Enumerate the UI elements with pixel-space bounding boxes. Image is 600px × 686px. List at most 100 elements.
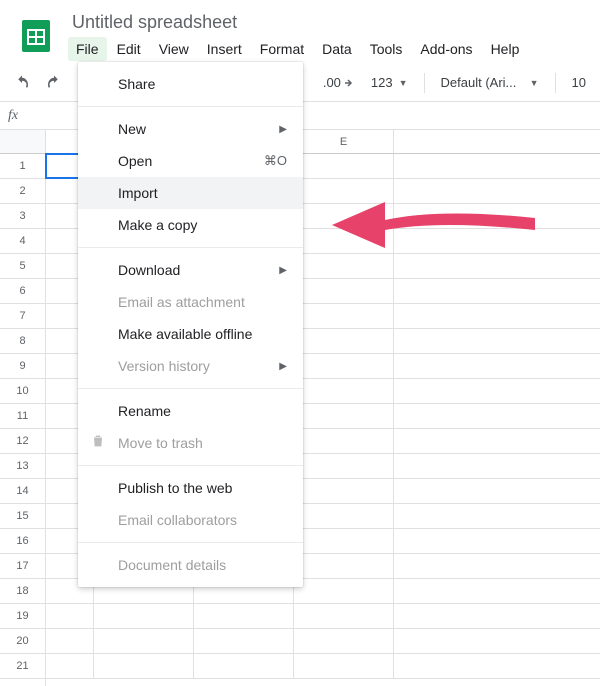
cell[interactable]: [294, 654, 394, 678]
cell[interactable]: [294, 529, 394, 553]
menu-separator: [78, 542, 303, 543]
menu-item-label: Make available offline: [118, 326, 252, 342]
cell[interactable]: [294, 179, 394, 203]
menu-separator: [78, 106, 303, 107]
menu-shortcut: ⌘O: [264, 153, 287, 169]
row-header[interactable]: 2: [0, 179, 45, 204]
cell[interactable]: [294, 204, 394, 228]
header: Untitled spreadsheet FileEditViewInsertF…: [0, 0, 600, 64]
row-header[interactable]: 8: [0, 329, 45, 354]
file-menu-make-a-copy[interactable]: Make a copy: [78, 209, 303, 241]
row-header[interactable]: 20: [0, 629, 45, 654]
cell[interactable]: [294, 229, 394, 253]
cell[interactable]: [294, 604, 394, 628]
row-header[interactable]: 11: [0, 404, 45, 429]
menu-data[interactable]: Data: [314, 37, 360, 61]
cell[interactable]: [294, 154, 394, 178]
cell[interactable]: [294, 354, 394, 378]
undo-button[interactable]: [8, 69, 36, 97]
row-header[interactable]: 5: [0, 254, 45, 279]
cell[interactable]: [294, 454, 394, 478]
row-header[interactable]: 7: [0, 304, 45, 329]
file-menu-new[interactable]: New▶: [78, 113, 303, 145]
column-header[interactable]: E: [294, 130, 394, 153]
menu-tools[interactable]: Tools: [362, 37, 411, 61]
row-header[interactable]: 18: [0, 579, 45, 604]
number-format-dropdown[interactable]: 123▼: [365, 75, 414, 90]
row-header[interactable]: 21: [0, 654, 45, 679]
cell[interactable]: [294, 629, 394, 653]
menu-item-label: Document details: [118, 557, 226, 573]
row-header[interactable]: 13: [0, 454, 45, 479]
menu-view[interactable]: View: [151, 37, 197, 61]
row-header[interactable]: 4: [0, 229, 45, 254]
cell[interactable]: [294, 554, 394, 578]
row-header[interactable]: 9: [0, 354, 45, 379]
file-menu-dropdown: ShareNew▶Open⌘OImportMake a copyDownload…: [78, 62, 303, 587]
file-menu-move-to-trash: Move to trash: [78, 427, 303, 459]
cell[interactable]: [294, 254, 394, 278]
row-header[interactable]: 15: [0, 504, 45, 529]
cell[interactable]: [294, 504, 394, 528]
cell[interactable]: [94, 629, 194, 653]
menu-separator: [78, 465, 303, 466]
row-header[interactable]: 19: [0, 604, 45, 629]
menu-separator: [78, 388, 303, 389]
cell[interactable]: [94, 654, 194, 678]
font-size-input[interactable]: 10: [566, 75, 592, 90]
row-header[interactable]: 3: [0, 204, 45, 229]
file-menu-download[interactable]: Download▶: [78, 254, 303, 286]
cell[interactable]: [294, 329, 394, 353]
menu-insert[interactable]: Insert: [199, 37, 250, 61]
menu-item-label: Import: [118, 185, 158, 201]
file-menu-rename[interactable]: Rename: [78, 395, 303, 427]
row-header[interactable]: 16: [0, 529, 45, 554]
cell[interactable]: [294, 304, 394, 328]
menu-edit[interactable]: Edit: [109, 37, 149, 61]
cell[interactable]: [294, 579, 394, 603]
file-menu-publish-to-the-web[interactable]: Publish to the web: [78, 472, 303, 504]
submenu-arrow-icon: ▶: [279, 265, 287, 276]
increase-decimal-button[interactable]: .00: [317, 75, 361, 90]
menu-help[interactable]: Help: [483, 37, 528, 61]
menu-item-label: Email as attachment: [118, 294, 245, 310]
cell[interactable]: [194, 629, 294, 653]
menubar: FileEditViewInsertFormatDataToolsAdd-ons…: [68, 37, 600, 61]
cell[interactable]: [94, 604, 194, 628]
row-headers: 123456789101112131415161718192021: [0, 130, 46, 686]
cell[interactable]: [294, 279, 394, 303]
row-header[interactable]: 10: [0, 379, 45, 404]
cell[interactable]: [194, 654, 294, 678]
cell[interactable]: [194, 604, 294, 628]
row-header[interactable]: 17: [0, 554, 45, 579]
cell[interactable]: [46, 654, 94, 678]
cell[interactable]: [294, 429, 394, 453]
redo-button[interactable]: [40, 69, 68, 97]
row-header[interactable]: 14: [0, 479, 45, 504]
menu-item-label: New: [118, 121, 146, 137]
select-all-corner[interactable]: [0, 130, 45, 154]
menu-file[interactable]: File: [68, 37, 107, 61]
file-menu-open[interactable]: Open⌘O: [78, 145, 303, 177]
row-header[interactable]: 12: [0, 429, 45, 454]
document-title[interactable]: Untitled spreadsheet: [68, 8, 600, 35]
menu-add-ons[interactable]: Add-ons: [412, 37, 480, 61]
cell[interactable]: [46, 604, 94, 628]
cell[interactable]: [294, 479, 394, 503]
row-header[interactable]: 1: [0, 154, 45, 179]
trash-icon: [90, 433, 106, 454]
file-menu-share[interactable]: Share: [78, 68, 303, 100]
cell[interactable]: [294, 379, 394, 403]
font-family-dropdown[interactable]: Default (Ari...▼: [435, 75, 545, 90]
menu-item-label: Version history: [118, 358, 210, 374]
cell[interactable]: [294, 404, 394, 428]
row-header[interactable]: 6: [0, 279, 45, 304]
file-menu-email-as-attachment: Email as attachment: [78, 286, 303, 318]
file-menu-make-available-offline[interactable]: Make available offline: [78, 318, 303, 350]
menu-item-label: Publish to the web: [118, 480, 232, 496]
menu-item-label: Email collaborators: [118, 512, 237, 528]
file-menu-import[interactable]: Import: [78, 177, 303, 209]
menu-format[interactable]: Format: [252, 37, 312, 61]
sheets-logo[interactable]: [16, 16, 56, 56]
cell[interactable]: [46, 629, 94, 653]
